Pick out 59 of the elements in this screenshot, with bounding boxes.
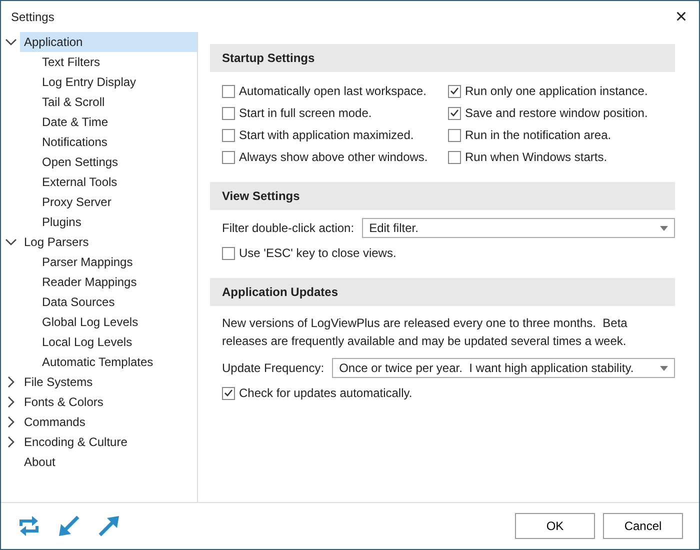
checkbox[interactable] [222,150,235,164]
tree-item[interactable]: Automatic Templates [38,352,158,372]
checkbox[interactable] [222,246,235,260]
window-title: Settings [11,8,54,26]
field-label: Filter double-click action: [222,220,354,237]
dialog-button[interactable]: OK [515,513,595,539]
tree-item[interactable]: Text Filters [38,52,104,72]
tree-item[interactable]: Encoding & Culture [20,432,132,452]
tree-item[interactable]: Proxy Server [38,192,116,212]
dropdown-caret-icon[interactable] [660,226,668,230]
description-text: New versions of LogViewPlus are released every one to three months. Beta releases are frequently available and may be updated several times a week. [222,315,628,350]
checkbox-label: Run only one application instance. [465,83,648,100]
tree-item[interactable]: Data Sources [38,292,119,312]
dialog-button[interactable]: Cancel [603,513,683,539]
checkbox-label: Start with application maximized. [239,127,414,144]
section-header: View Settings [210,182,675,210]
checkbox[interactable] [448,128,461,142]
sync-arrows-icon[interactable] [17,514,41,538]
checkbox[interactable] [222,128,235,142]
tree-item[interactable]: Global Log Levels [38,312,142,332]
field-label: Update Frequency: [222,360,324,377]
checkbox[interactable] [448,150,461,164]
checkbox-label: Use 'ESC' key to close views. [239,245,396,262]
dropdown-caret-icon[interactable] [660,366,668,370]
close-button[interactable]: × [673,6,689,26]
checkbox-label: Check for updates automatically. [239,385,412,402]
checkbox-label: Run when Windows starts. [465,149,608,166]
checkbox-label: Run in the notification area. [465,127,612,144]
tree-item[interactable]: File Systems [20,372,97,392]
tree-item[interactable]: Date & Time [38,112,112,132]
tree-item[interactable]: Fonts & Colors [20,392,108,412]
tree-item[interactable]: Notifications [38,132,112,152]
checkbox-label: Always show above other windows. [239,149,428,166]
tree-item[interactable]: Application [20,32,197,52]
checkbox-label: Automatically open last workspace. [239,83,426,100]
tree-item[interactable]: Plugins [38,212,86,232]
checkbox[interactable] [448,84,461,98]
tree-item[interactable]: Reader Mappings [38,272,141,292]
dropdown-field[interactable]: Edit filter. [362,218,675,238]
section-header: Startup Settings [210,44,675,72]
tree-item[interactable]: Tail & Scroll [38,92,109,112]
checkbox[interactable] [448,106,461,120]
arrow-up-right-icon[interactable] [97,514,121,538]
arrow-down-left-icon[interactable] [57,514,81,538]
tree-item[interactable]: External Tools [38,172,122,192]
tree-item[interactable]: Log Entry Display [38,72,140,92]
checkbox-label: Save and restore window position. [465,105,648,122]
tree-item[interactable]: Log Parsers [20,232,93,252]
checkbox[interactable] [222,84,235,98]
tree-item[interactable]: Commands [20,412,90,432]
checkbox-label: Start in full screen mode. [239,105,372,122]
tree-item[interactable]: Parser Mappings [38,252,137,272]
tree-item[interactable]: Local Log Levels [38,332,136,352]
tree-item[interactable]: Open Settings [38,152,122,172]
checkbox[interactable] [222,106,235,120]
checkbox[interactable] [222,386,235,400]
tree-item[interactable]: About [20,452,60,472]
dropdown-field[interactable]: Once or twice per year. I want high application stability. [332,358,675,378]
section-header: Application Updates [210,278,675,306]
